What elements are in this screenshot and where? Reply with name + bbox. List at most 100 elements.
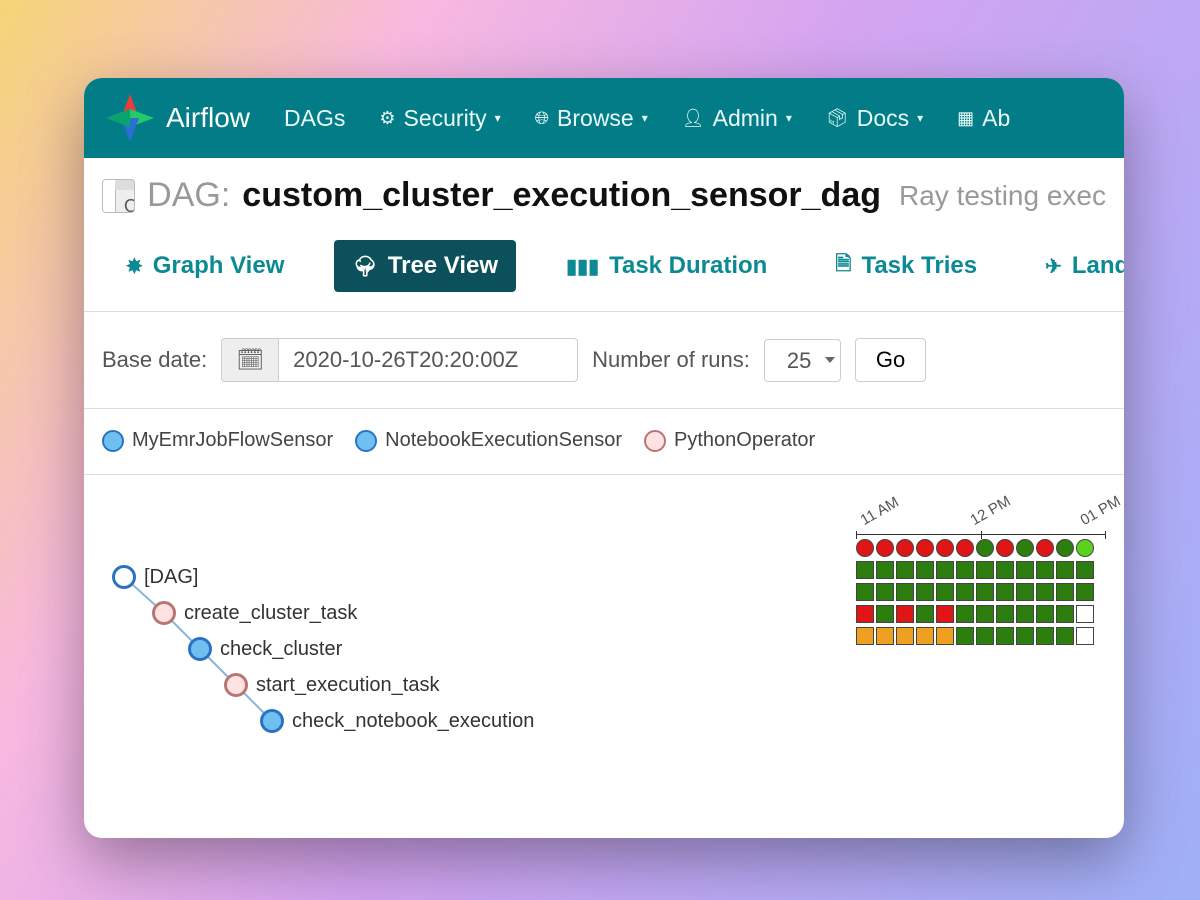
nav-browse[interactable]: 🌐︎ Browse ▾ [535, 105, 648, 132]
tab-graph-view[interactable]: ✸ Graph View [108, 240, 302, 292]
page: Off DAG: custom_cluster_execution_sensor… [84, 158, 1124, 775]
status-cell[interactable] [916, 561, 934, 579]
status-cell[interactable] [896, 561, 914, 579]
tree-node[interactable]: start_execution_task [224, 673, 439, 697]
status-cell[interactable] [856, 583, 874, 601]
status-cell[interactable] [936, 561, 954, 579]
tab-graph-label: Graph View [153, 252, 285, 280]
tab-task-tries[interactable]: 🗎 Task Tries [817, 237, 995, 295]
status-cell[interactable] [936, 583, 954, 601]
status-cell[interactable] [1056, 627, 1074, 645]
nav-docs[interactable]: 📦︎ Docs ▾ [826, 105, 923, 132]
status-cell[interactable] [1036, 539, 1054, 557]
status-cell[interactable] [1016, 539, 1034, 557]
status-cell[interactable] [1036, 627, 1054, 645]
brand[interactable]: Airflow [104, 92, 250, 144]
tree-node-label: start_execution_task [256, 674, 439, 697]
status-cell[interactable] [1056, 583, 1074, 601]
status-cell[interactable] [876, 627, 894, 645]
chevron-down-icon: ▾ [495, 111, 501, 125]
nav-browse-label: Browse [557, 105, 634, 132]
tab-landing-times[interactable]: ✈︎ Landing Times [1027, 240, 1124, 292]
status-cell[interactable] [876, 605, 894, 623]
nav-admin[interactable]: 👤︎ Admin ▾ [682, 105, 792, 132]
cube-icon: 📦︎ [826, 108, 849, 129]
status-cell[interactable] [1076, 583, 1094, 601]
app-window: Airflow DAGs ⚙︎ Security ▾ 🌐︎ Browse ▾ 👤… [84, 78, 1124, 838]
status-cell[interactable] [896, 627, 914, 645]
status-cell[interactable] [956, 583, 974, 601]
status-cell[interactable] [916, 539, 934, 557]
base-date-input[interactable] [278, 338, 578, 382]
status-cell[interactable] [1076, 627, 1094, 645]
status-cell[interactable] [916, 583, 934, 601]
status-cell[interactable] [1016, 605, 1034, 623]
tab-tree-view[interactable]: 🌳︎ Tree View [334, 240, 516, 292]
status-cell[interactable] [936, 539, 954, 557]
status-cell[interactable] [1016, 583, 1034, 601]
task-dot-icon [260, 709, 284, 733]
status-cell[interactable] [976, 583, 994, 601]
status-cell[interactable] [856, 539, 874, 557]
status-cell[interactable] [916, 605, 934, 623]
status-cell[interactable] [856, 561, 874, 579]
bar-chart-icon: ▮▮▮ [566, 254, 599, 279]
dag-name: custom_cluster_execution_sensor_dag [242, 176, 881, 215]
status-cell[interactable] [1076, 539, 1094, 557]
status-cell[interactable] [1036, 561, 1054, 579]
dag-toggle[interactable]: Off [102, 179, 135, 213]
status-cell[interactable] [996, 627, 1014, 645]
status-cell[interactable] [896, 583, 914, 601]
task-tree: [DAG] create_cluster_task check_clustersta… [102, 491, 848, 775]
go-button[interactable]: Go [855, 338, 926, 382]
status-cell[interactable] [956, 561, 974, 579]
status-cell[interactable] [936, 627, 954, 645]
status-cell[interactable] [956, 627, 974, 645]
status-cell[interactable] [1056, 539, 1074, 557]
status-cell[interactable] [996, 605, 1014, 623]
status-cell[interactable] [996, 539, 1014, 557]
tree-node[interactable]: check_notebook_execution [260, 709, 534, 733]
status-cell[interactable] [1036, 605, 1054, 623]
status-cell[interactable] [956, 605, 974, 623]
status-cell[interactable] [1016, 627, 1034, 645]
nav-docs-label: Docs [857, 105, 909, 132]
legend-item: NotebookExecutionSensor [355, 429, 622, 452]
tab-duration-label: Task Duration [609, 252, 767, 280]
status-cell[interactable] [896, 605, 914, 623]
nav-about[interactable]: ▦ Ab [957, 105, 1010, 132]
status-cell[interactable] [976, 605, 994, 623]
status-cell[interactable] [876, 583, 894, 601]
status-cell[interactable] [856, 605, 874, 623]
status-cell[interactable] [1076, 561, 1094, 579]
status-cell[interactable] [1056, 605, 1074, 623]
status-cell[interactable] [1036, 583, 1054, 601]
status-cell[interactable] [996, 583, 1014, 601]
tab-task-duration[interactable]: ▮▮▮ Task Duration [548, 240, 785, 292]
num-runs-select[interactable]: 25 [764, 339, 841, 382]
nav-dags[interactable]: DAGs [284, 105, 345, 132]
status-cell[interactable] [876, 561, 894, 579]
nav-dags-label: DAGs [284, 105, 345, 132]
tree-node[interactable]: create_cluster_task [152, 601, 357, 625]
status-cell[interactable] [936, 605, 954, 623]
legend-label: PythonOperator [674, 429, 815, 452]
tree-node[interactable]: check_cluster [188, 637, 342, 661]
status-cell[interactable] [976, 561, 994, 579]
status-cell[interactable] [976, 627, 994, 645]
tree-node[interactable]: [DAG] [112, 565, 198, 589]
status-cell[interactable] [1056, 561, 1074, 579]
status-cell[interactable] [996, 561, 1014, 579]
status-cell[interactable] [896, 539, 914, 557]
status-cell[interactable] [856, 627, 874, 645]
status-cell[interactable] [1016, 561, 1034, 579]
status-cell[interactable] [1076, 605, 1094, 623]
status-cell[interactable] [956, 539, 974, 557]
status-cell[interactable] [876, 539, 894, 557]
dag-toggle-label: Off [115, 190, 135, 213]
status-cell[interactable] [976, 539, 994, 557]
nav-security[interactable]: ⚙︎ Security ▾ [379, 105, 500, 132]
time-tick: 01 PM [1078, 514, 1087, 529]
status-cell[interactable] [916, 627, 934, 645]
calendar-icon[interactable]: 🗓︎ [221, 338, 278, 382]
